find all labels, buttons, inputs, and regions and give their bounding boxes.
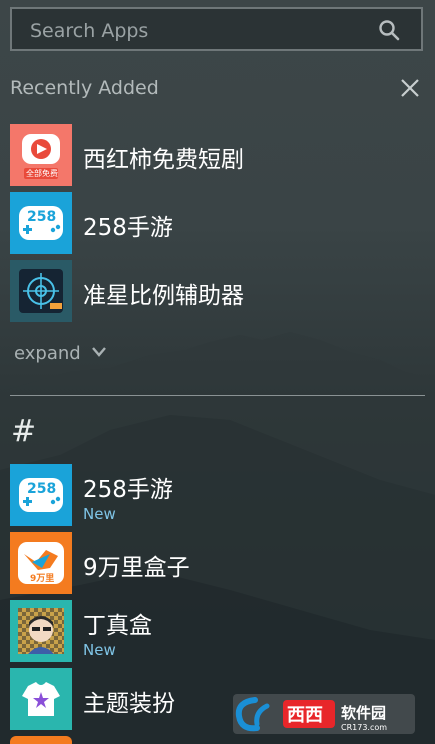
list-item-258[interactable]: 258 258手游 New: [10, 464, 410, 526]
dingzhen-box-app-icon: [10, 600, 72, 662]
258-icon-caption: 258: [27, 209, 57, 225]
expand-button[interactable]: expand: [14, 343, 81, 364]
recently-added-title: Recently Added: [10, 77, 159, 99]
new-badge: New: [83, 641, 116, 659]
tomato-icon-caption: 全部免费: [26, 169, 58, 178]
svg-text:软件园: 软件园: [341, 704, 386, 722]
list-item-dingzhen[interactable]: 丁真盒 New: [10, 600, 410, 662]
section-divider: [10, 395, 425, 396]
258-icon-caption: 258: [27, 481, 57, 497]
app-label: 准星比例辅助器: [83, 283, 244, 309]
recent-app-crosshair[interactable]: 准星比例辅助器: [10, 260, 410, 322]
9wanli-box-app-icon: 9万里: [10, 532, 72, 594]
app-label: 258手游: [83, 215, 173, 241]
crosshair-app-icon: [10, 260, 72, 322]
search-icon[interactable]: [377, 18, 401, 42]
section-header-hash: #: [11, 414, 37, 449]
tomato-drama-app-icon: 全部免费: [10, 124, 72, 186]
search-bar[interactable]: Search Apps: [10, 7, 423, 51]
258-game-app-icon: 258: [10, 192, 72, 254]
recent-app-tomato[interactable]: 全部免费 西红柿免费短剧: [10, 124, 410, 186]
close-icon[interactable]: [399, 77, 421, 99]
cr173-watermark-logo: 西西 软件园 CR173.com: [233, 694, 415, 734]
new-badge: New: [83, 505, 116, 523]
258-game-app-icon: 258: [10, 464, 72, 526]
search-input[interactable]: Search Apps: [30, 20, 148, 42]
chevron-down-icon[interactable]: [91, 346, 107, 358]
recent-app-258[interactable]: 258 258手游: [10, 192, 410, 254]
svg-text:CR173.com: CR173.com: [341, 723, 387, 732]
app-label: 9万里盒子: [83, 555, 190, 581]
next-app-icon-partial[interactable]: [10, 736, 72, 744]
theme-app-icon: [10, 668, 72, 730]
app-label: 丁真盒: [83, 613, 152, 639]
list-item-9wanli[interactable]: 9万里 9万里盒子: [10, 532, 410, 594]
app-label: 主题装扮: [83, 691, 175, 717]
app-label: 258手游: [83, 477, 173, 503]
svg-text:西西: 西西: [287, 705, 323, 726]
9wanli-icon-caption: 9万里: [30, 574, 55, 584]
app-label: 西红柿免费短剧: [83, 147, 244, 173]
